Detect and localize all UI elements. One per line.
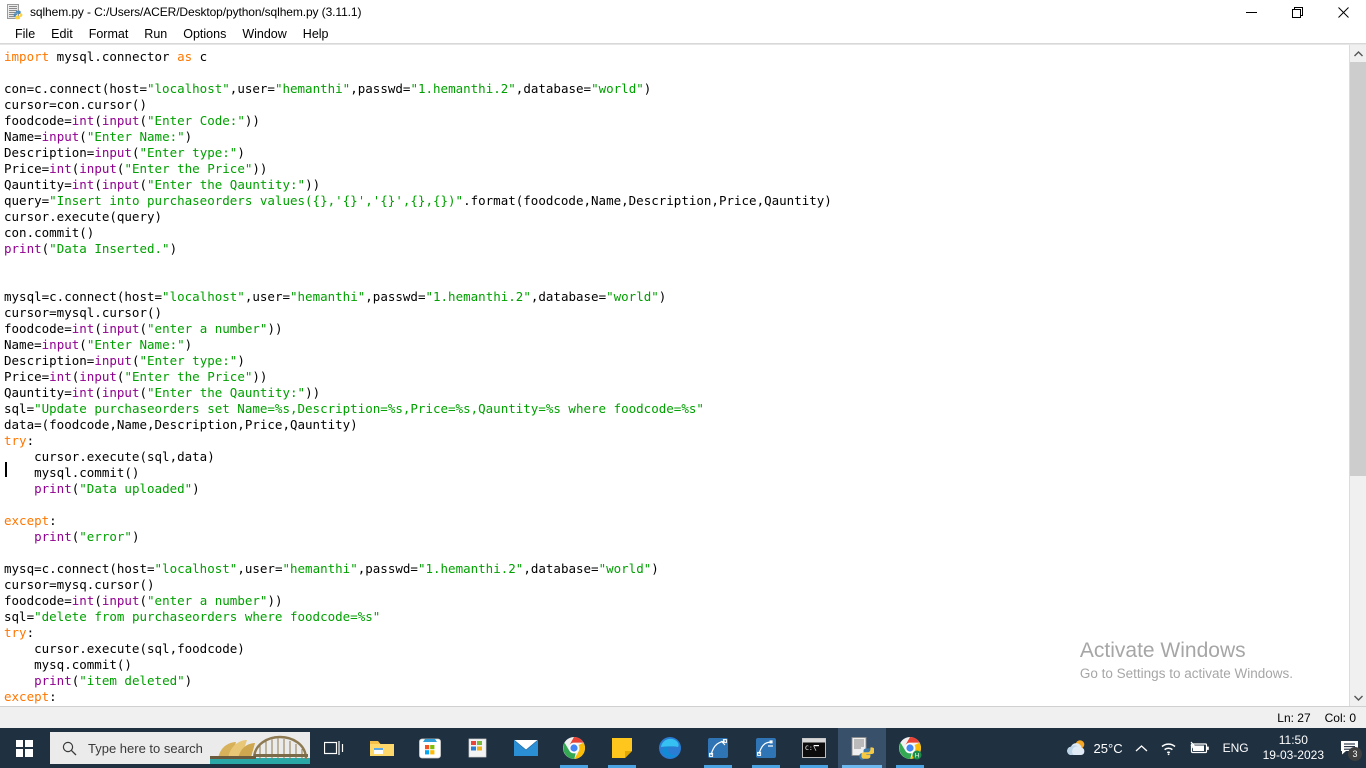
code-text-area[interactable]: import mysql.connector as c con=c.connec… — [0, 45, 1349, 706]
clock-widget[interactable]: 11:50 19-03-2023 — [1255, 728, 1332, 768]
scrollbar-thumb[interactable] — [1350, 62, 1366, 476]
taskbar-app-command-prompt[interactable]: C:\ — [790, 728, 838, 768]
python-file-icon — [7, 4, 23, 20]
scroll-down-arrow-icon[interactable] — [1350, 689, 1366, 706]
taskbar-app-office[interactable] — [454, 728, 502, 768]
folder-icon — [370, 741, 394, 756]
taskbar-app-sticky-notes[interactable] — [598, 728, 646, 768]
store-icon — [419, 738, 441, 759]
weather-temperature: 25°C — [1093, 740, 1123, 756]
taskbar-app-microsoft-store[interactable] — [406, 728, 454, 768]
status-bar: Ln: 27 Col: 0 — [0, 706, 1366, 728]
taskbar-app-chrome-profile[interactable]: H — [886, 728, 934, 768]
editor-region: import mysql.connector as c con=c.connec… — [0, 44, 1366, 706]
menu-item-help[interactable]: Help — [295, 26, 337, 42]
task-view-button[interactable] — [310, 728, 358, 768]
menu-item-window[interactable]: Window — [234, 26, 294, 42]
restore-button[interactable] — [1274, 0, 1320, 24]
partly-cloudy-icon — [1066, 740, 1084, 755]
windows-taskbar: Type here to search C:\ H 25°C ENG 11:50… — [0, 728, 1366, 768]
taskbar-app-vector-1[interactable] — [694, 728, 742, 768]
window-controls — [1228, 0, 1366, 24]
terminal-icon: C:\ — [802, 738, 826, 758]
text-caret — [5, 462, 7, 477]
edge-icon — [659, 737, 681, 759]
window-title: sqlhem.py - C:/Users/ACER/Desktop/python… — [30, 5, 362, 19]
task-view-icon — [324, 741, 344, 755]
status-column-number: Col: 0 — [1324, 710, 1356, 725]
taskbar-app-chrome[interactable] — [550, 728, 598, 768]
search-input[interactable]: Type here to search — [50, 732, 310, 764]
notifications-button[interactable]: 3 — [1332, 728, 1366, 768]
network-status-button[interactable] — [1154, 728, 1183, 768]
chrome-icon: H — [899, 737, 922, 760]
menu-item-run[interactable]: Run — [136, 26, 175, 42]
taskbar-app-vector-2[interactable] — [742, 728, 790, 768]
python-logo-icon — [13, 10, 23, 20]
battery-status-button[interactable] — [1183, 728, 1217, 768]
clock-date: 19-03-2023 — [1262, 748, 1324, 762]
menu-bar: File Edit Format Run Options Window Help — [0, 24, 1366, 44]
wifi-icon — [1161, 742, 1176, 755]
taskbar-app-python-idle[interactable] — [838, 728, 886, 768]
menu-item-file[interactable]: File — [7, 26, 43, 42]
notification-badge: 3 — [1348, 747, 1362, 761]
svg-text:H: H — [915, 754, 919, 760]
curve-icon — [756, 738, 776, 758]
show-hidden-icons-button[interactable] — [1129, 728, 1154, 768]
close-button[interactable] — [1320, 0, 1366, 24]
source-code[interactable]: import mysql.connector as c con=c.connec… — [4, 49, 1349, 706]
taskbar-app-file-explorer[interactable] — [358, 728, 406, 768]
sydney-opera-house-image — [210, 732, 310, 764]
curve-icon — [708, 738, 728, 758]
office-icon — [468, 738, 487, 758]
system-tray: 25°C ENG 11:50 19-03-2023 3 — [1058, 728, 1366, 768]
menu-item-format[interactable]: Format — [81, 26, 137, 42]
envelope-icon — [513, 739, 539, 756]
scroll-up-arrow-icon[interactable] — [1350, 45, 1366, 62]
chrome-icon — [563, 737, 585, 759]
search-placeholder: Type here to search — [88, 740, 203, 756]
menu-item-options[interactable]: Options — [175, 26, 234, 42]
taskbar-app-edge[interactable] — [646, 728, 694, 768]
start-button[interactable] — [0, 728, 48, 768]
minimize-button[interactable] — [1228, 0, 1274, 24]
taskbar-app-mail[interactable] — [502, 728, 550, 768]
title-bar[interactable]: sqlhem.py - C:/Users/ACER/Desktop/python… — [0, 0, 1366, 24]
search-icon — [62, 741, 77, 755]
vertical-scrollbar[interactable] — [1349, 45, 1366, 706]
python-file-icon — [851, 737, 874, 760]
windows-start-icon — [15, 739, 33, 757]
idle-editor-window: sqlhem.py - C:/Users/ACER/Desktop/python… — [0, 0, 1366, 728]
clock-time: 11:50 — [1278, 733, 1308, 747]
status-line-number: Ln: 27 — [1277, 710, 1311, 725]
battery-charging-icon — [1189, 741, 1209, 754]
weather-widget[interactable]: 25°C — [1058, 728, 1129, 768]
note-icon — [612, 738, 632, 758]
language-indicator[interactable]: ENG — [1217, 728, 1255, 768]
scrollbar-track[interactable] — [1350, 62, 1366, 689]
menu-item-edit[interactable]: Edit — [43, 26, 81, 42]
chevron-up-icon — [1135, 744, 1148, 751]
